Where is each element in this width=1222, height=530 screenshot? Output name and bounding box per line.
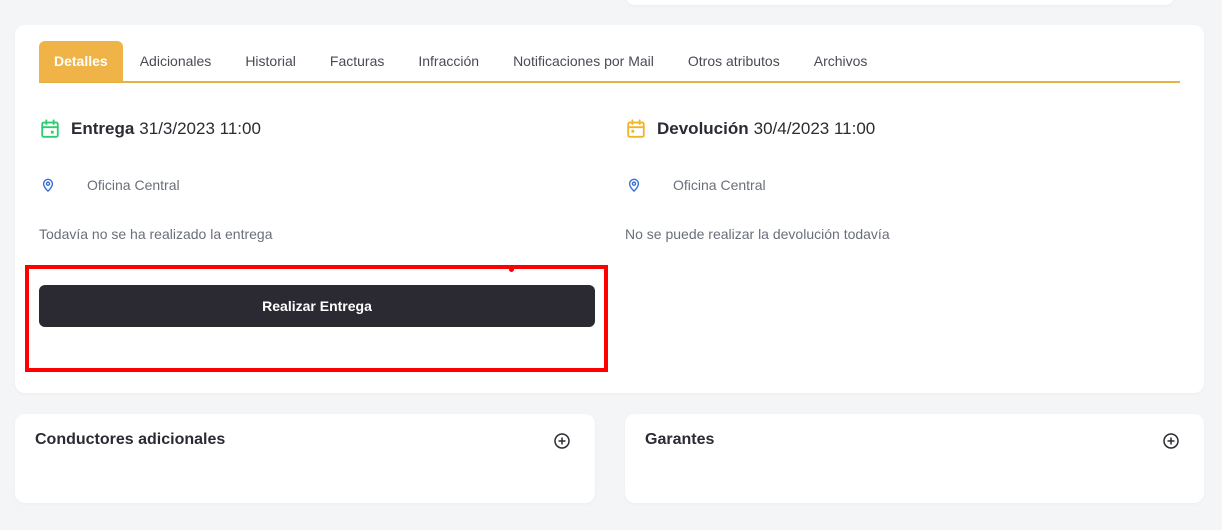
tab-infraccion[interactable]: Infracción [401, 41, 496, 81]
delivery-label: Entrega [71, 119, 135, 138]
tab-otros-atributos[interactable]: Otros atributos [671, 41, 797, 81]
tab-archivos[interactable]: Archivos [797, 41, 885, 81]
calendar-icon [41, 119, 59, 138]
delivery-location-row: Oficina Central [41, 177, 180, 193]
delivery-section: Entrega 31/3/2023 11:00 Oficina Central … [39, 115, 273, 242]
tab-notificaciones[interactable]: Notificaciones por Mail [496, 41, 671, 81]
return-date-row: Devolución 30/4/2023 11:00 [625, 115, 875, 143]
return-section: Devolución 30/4/2023 11:00 Oficina Centr… [625, 115, 890, 242]
return-location-row: Oficina Central [627, 177, 766, 193]
return-location: Oficina Central [673, 177, 766, 193]
tab-facturas[interactable]: Facturas [313, 41, 401, 81]
realizar-entrega-button[interactable]: Realizar Entrega [39, 285, 595, 327]
return-label: Devolución [657, 119, 749, 138]
additional-drivers-card: Conductores adicionales [15, 414, 595, 503]
return-status: No se puede realizar la devolución todav… [625, 226, 890, 242]
annotation-dot [509, 267, 514, 272]
delivery-date-row: Entrega 31/3/2023 11:00 [39, 115, 261, 143]
delivery-status: Todavía no se ha realizado la entrega [39, 226, 273, 242]
top-card-fragment [625, 0, 1175, 5]
calendar-icon [627, 119, 645, 138]
delivery-location: Oficina Central [87, 177, 180, 193]
location-pin-icon [42, 178, 54, 192]
tab-bar: Detalles Adicionales Historial Facturas … [39, 41, 1180, 83]
booking-details-card: Detalles Adicionales Historial Facturas … [15, 25, 1204, 393]
add-circle-icon[interactable] [553, 432, 571, 450]
tab-detalles[interactable]: Detalles [39, 41, 123, 81]
tab-adicionales[interactable]: Adicionales [123, 41, 229, 81]
guarantors-card: Garantes [625, 414, 1204, 503]
additional-drivers-title: Conductores adicionales [35, 431, 226, 448]
location-pin-icon [628, 178, 640, 192]
tab-historial[interactable]: Historial [228, 41, 313, 81]
delivery-datetime: 31/3/2023 11:00 [139, 119, 261, 138]
add-circle-icon[interactable] [1162, 432, 1180, 450]
return-datetime: 30/4/2023 11:00 [753, 119, 876, 138]
guarantors-title: Garantes [645, 431, 715, 448]
